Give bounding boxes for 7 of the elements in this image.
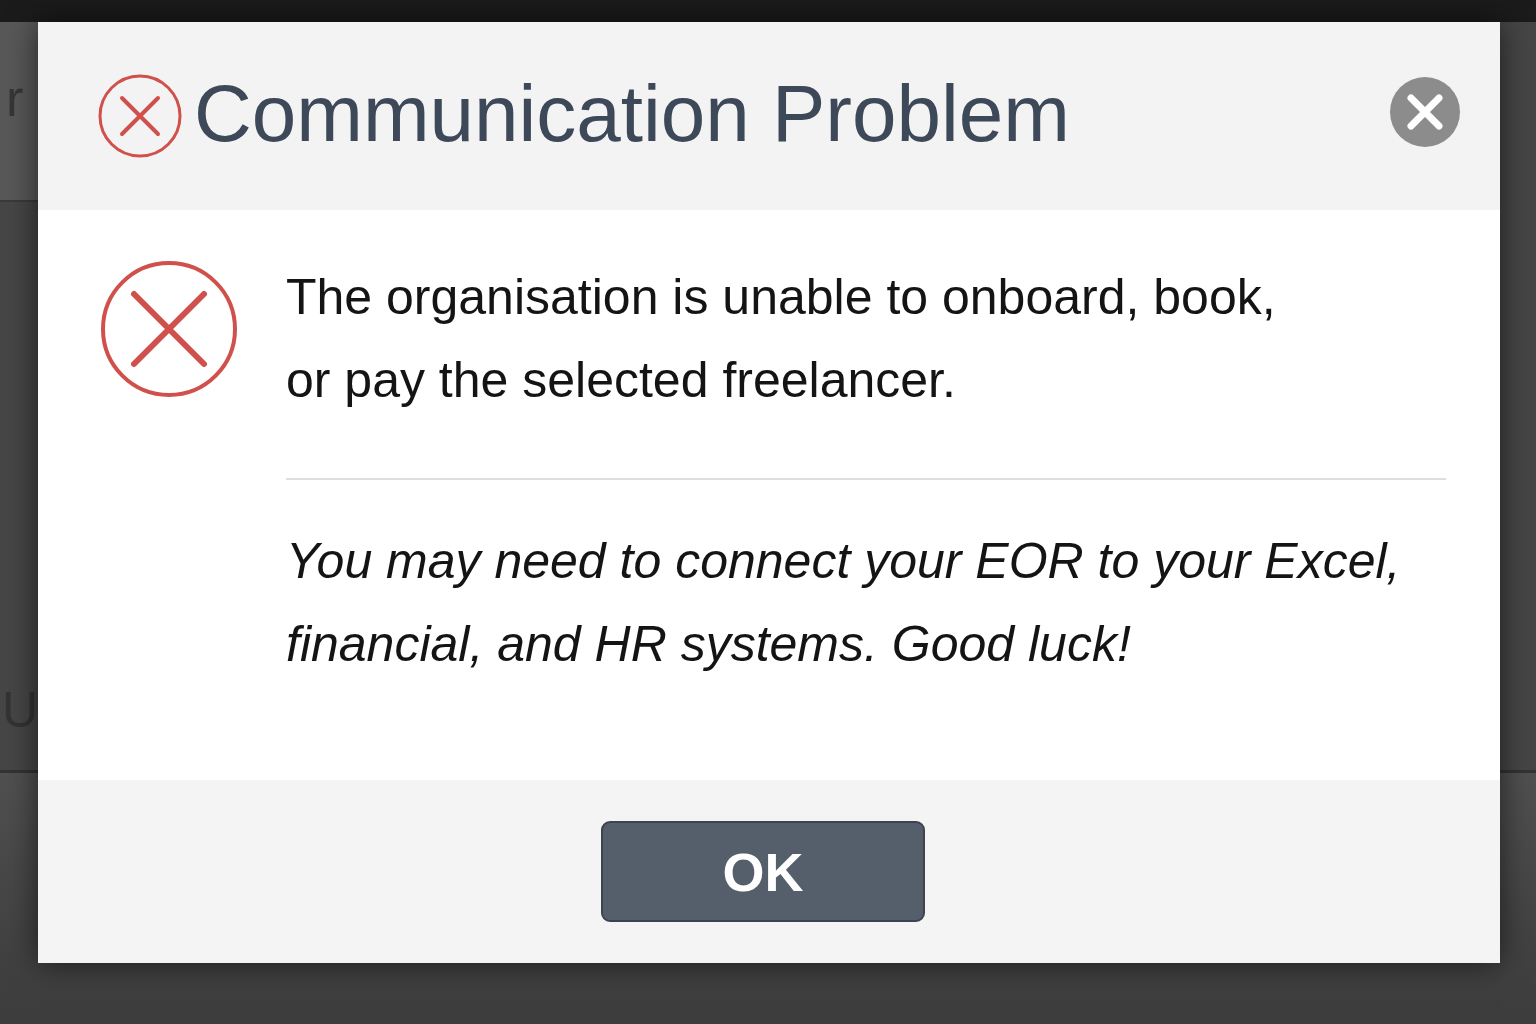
error-icon bbox=[100, 260, 238, 398]
error-icon bbox=[98, 74, 182, 158]
dialog-title: Communication Problem bbox=[194, 74, 1070, 154]
error-message: The organisation is unable to onboard, book, or pay the selected freelancer. bbox=[286, 268, 1277, 410]
detail-message: You may need to connect your EOR to your Excel, financial, and HR systems. Good luck! bbox=[286, 532, 1402, 674]
close-icon bbox=[1406, 93, 1444, 131]
ok-button[interactable]: OK bbox=[601, 821, 925, 922]
